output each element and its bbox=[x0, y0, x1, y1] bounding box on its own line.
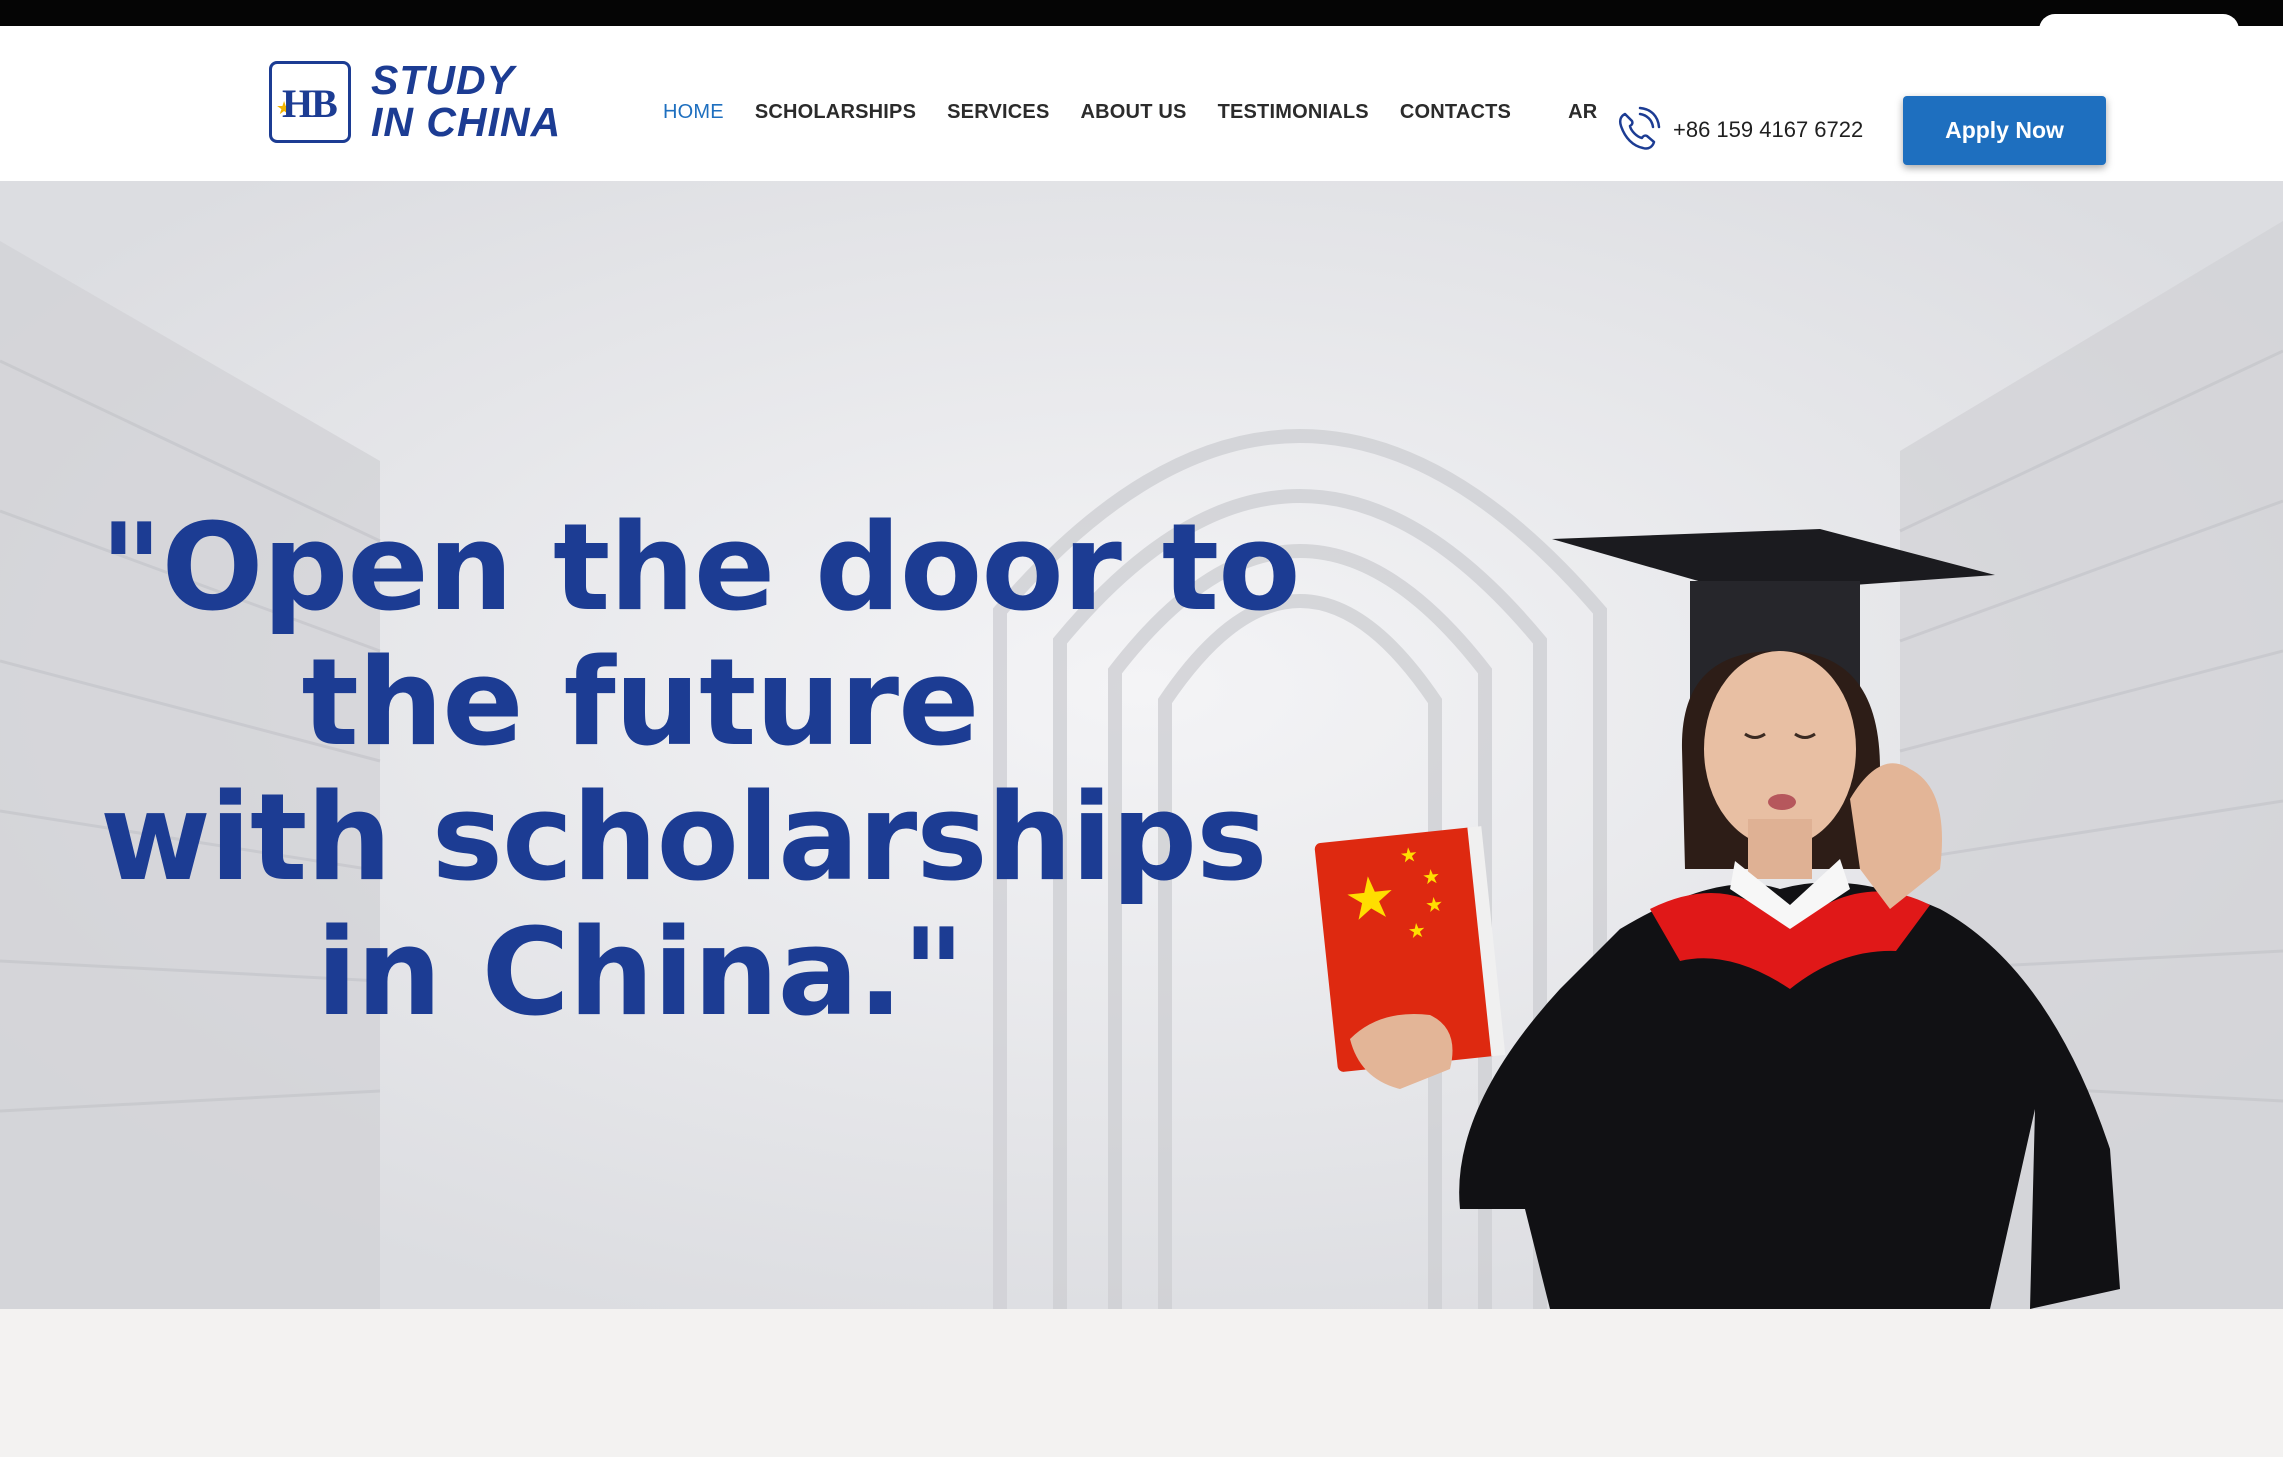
phone-contact[interactable]: +86 159 4167 6722 bbox=[1611, 104, 1863, 156]
logo-title-line1: STUDY bbox=[371, 57, 515, 103]
nav-language-ar[interactable]: AR bbox=[1568, 101, 1597, 124]
nav-contacts[interactable]: CONTACTS bbox=[1400, 101, 1511, 124]
svg-text:★: ★ bbox=[1341, 862, 1400, 935]
phone-icon bbox=[1618, 106, 1661, 150]
phone-number: +86 159 4167 6722 bbox=[1673, 117, 1864, 142]
nav-testimonials[interactable]: TESTIMONIALS bbox=[1218, 101, 1369, 124]
logo-badge-text: HB bbox=[282, 81, 338, 126]
lips bbox=[1768, 794, 1796, 810]
face bbox=[1704, 651, 1856, 847]
main-nav: HOME SCHOLARSHIPS SERVICES ABOUT US TEST… bbox=[663, 92, 1628, 132]
nav-scholarships[interactable]: SCHOLARSHIPS bbox=[755, 101, 916, 124]
nav-about-us[interactable]: ABOUT US bbox=[1081, 101, 1187, 124]
logo-title: STUDY IN CHINA bbox=[371, 59, 561, 143]
headline-line: with scholarships bbox=[100, 769, 1268, 908]
hero-headline: "Open the door to the future with schola… bbox=[100, 499, 1301, 1043]
nav-services[interactable]: SERVICES bbox=[947, 101, 1049, 124]
headline-line: "Open the door to bbox=[100, 499, 1301, 638]
headline-line: the future bbox=[301, 634, 980, 773]
site-header: ★ HB STUDY IN CHINA HOME SCHOLARSHIPS SE… bbox=[0, 26, 2283, 181]
nav-home[interactable]: HOME bbox=[663, 101, 724, 124]
logo-badge: ★ HB bbox=[269, 61, 351, 143]
svg-text:★: ★ bbox=[1407, 918, 1427, 944]
logo-title-line2: IN CHINA bbox=[371, 99, 562, 145]
apply-now-button[interactable]: Apply Now bbox=[1903, 96, 2106, 165]
neck bbox=[1748, 819, 1812, 879]
headline-line: in China." bbox=[316, 904, 964, 1043]
svg-text:★: ★ bbox=[1399, 842, 1419, 868]
graduate-image: ★ ★ ★ ★ ★ bbox=[1314, 529, 2120, 1309]
site-logo[interactable]: ★ HB STUDY IN CHINA bbox=[269, 59, 609, 149]
hero-section: "Open the door to the future with schola… bbox=[0, 181, 2283, 1309]
browser-top-bar bbox=[0, 0, 2283, 44]
svg-text:★: ★ bbox=[1424, 892, 1444, 918]
svg-text:★: ★ bbox=[1421, 864, 1441, 890]
